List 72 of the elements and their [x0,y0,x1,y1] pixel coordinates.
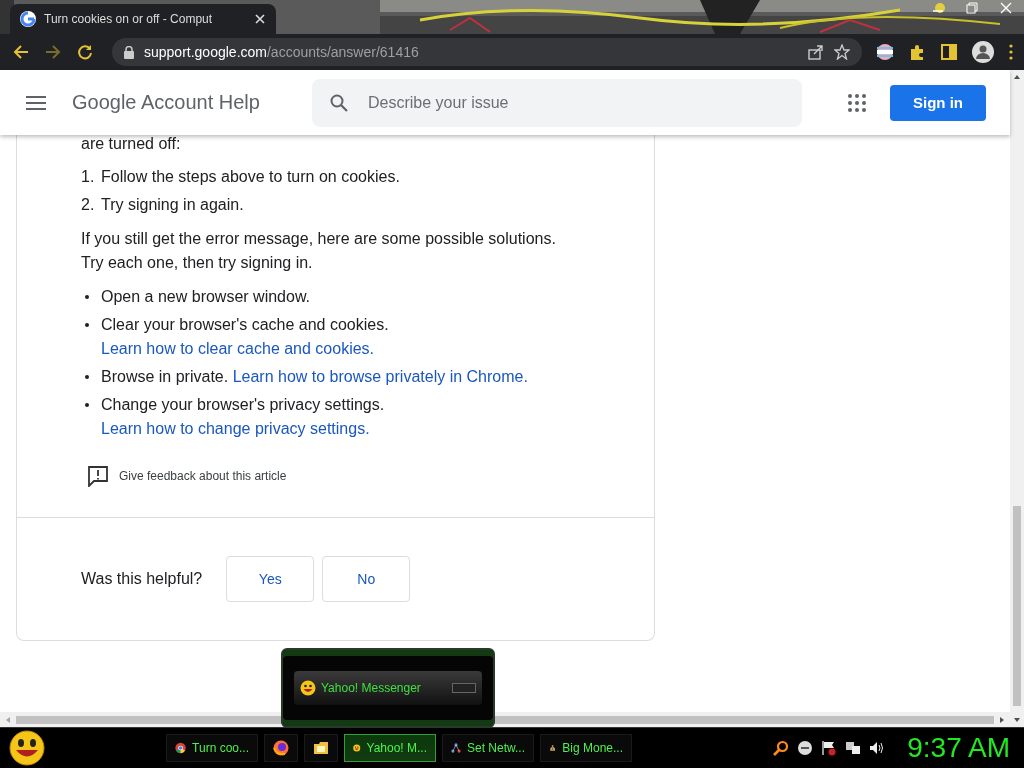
help-link[interactable]: Learn how to browse privately in Chrome. [232,368,528,385]
clock: 9:37 AM [907,732,1010,764]
status-icon[interactable] [797,740,814,756]
forward-icon[interactable] [44,43,62,61]
menu-icon[interactable] [26,95,46,110]
lock-icon [124,45,134,59]
help-link[interactable]: Learn how to clear cache and cookies. [101,340,375,357]
feedback-link[interactable]: Give feedback about this article [119,469,287,483]
step-number: 2. [81,195,96,215]
bullet-icon [85,403,89,407]
down-arrow-icon [1013,716,1021,724]
taskbar-button[interactable]: Set Netw... [442,734,534,762]
helpful-question: Was this helpful? [81,570,203,588]
smiley-icon [300,680,316,696]
popup-title: Yahoo! Messenger [321,681,421,695]
avatar-icon[interactable] [972,41,994,63]
feedback-icon[interactable] [87,465,109,487]
site-title[interactable]: Google Account Help [72,91,312,114]
restore-icon[interactable] [966,2,978,14]
tab-title: Turn cookies on or off - Comput [44,12,214,26]
close-bar-button[interactable] [452,683,476,693]
bullet-icon [85,375,89,379]
scrollbar-thumb[interactable] [1013,506,1021,706]
solution-text: Change your browser's privacy settings. Learn how to change privacy settings. [101,395,386,439]
network-icon[interactable] [845,740,862,756]
puzzle-icon[interactable] [908,43,926,61]
help-link[interactable]: Learn how to change privacy settings. [101,420,370,437]
bullet-icon [85,295,89,299]
left-arrow-icon [4,715,12,724]
taskbar-icon[interactable] [264,734,298,762]
speaker-icon[interactable] [869,740,886,756]
bullet-icon [85,323,89,327]
search-icon[interactable] [773,740,790,756]
sign-in-button[interactable]: Sign in [890,84,986,121]
step-text: Follow the steps above to turn on cookies. [101,167,401,187]
globe-icon [273,740,289,756]
search-icon [330,93,348,112]
taskbar-button[interactable]: Turn coo... [166,734,258,762]
step-number: 1. [81,167,96,187]
answer-button[interactable]: No [322,556,411,602]
side-panel-icon[interactable] [940,43,958,61]
chrome-icon [20,11,36,27]
close-icon[interactable] [254,13,266,25]
browser-tab[interactable]: Turn cookies on or off - Comput [10,4,276,34]
apps-icon[interactable] [848,93,866,112]
up-arrow-icon [1013,73,1021,81]
folder-icon [313,740,329,756]
reload-icon[interactable] [76,43,94,61]
flag-icon[interactable] [876,43,894,61]
share-icon[interactable] [808,44,824,60]
network-icon [451,740,461,756]
vertical-scrollbar[interactable] [1010,70,1024,727]
url-text: support.google.com/accounts/answer/61416 [144,44,419,60]
answer-button[interactable]: Yes [226,556,315,602]
star-icon[interactable] [834,44,850,60]
taskbar-icon[interactable] [304,734,338,762]
article-text: If you still get the error message, here are some possible solutions. Try each one, then try signing in. [81,229,557,273]
solution-text: Open a new browser window. [101,287,311,307]
back-icon[interactable] [12,43,30,61]
menu-icon[interactable] [1008,43,1014,61]
taskbar-button[interactable]: Yahoo! M... [344,734,436,762]
solution-text: Browse in private. Learn how to browse privately in Chrome. [101,367,529,387]
step-text: Try signing in again. [101,195,245,215]
solution-text: Clear your browser's cache and cookies. Learn how to clear cache and cookies. [101,315,390,359]
flag-icon[interactable] [821,740,838,756]
address-bar[interactable]: support.google.com/accounts/answer/61416 [112,38,862,66]
right-arrow-icon [998,715,1006,724]
search-field[interactable]: Describe your issue [312,78,802,127]
chrome-icon [175,740,187,756]
smiley-icon[interactable] [8,729,46,767]
article-text: are turned off: [81,135,182,154]
taskbar-button[interactable]: Big Mone... [540,734,632,762]
